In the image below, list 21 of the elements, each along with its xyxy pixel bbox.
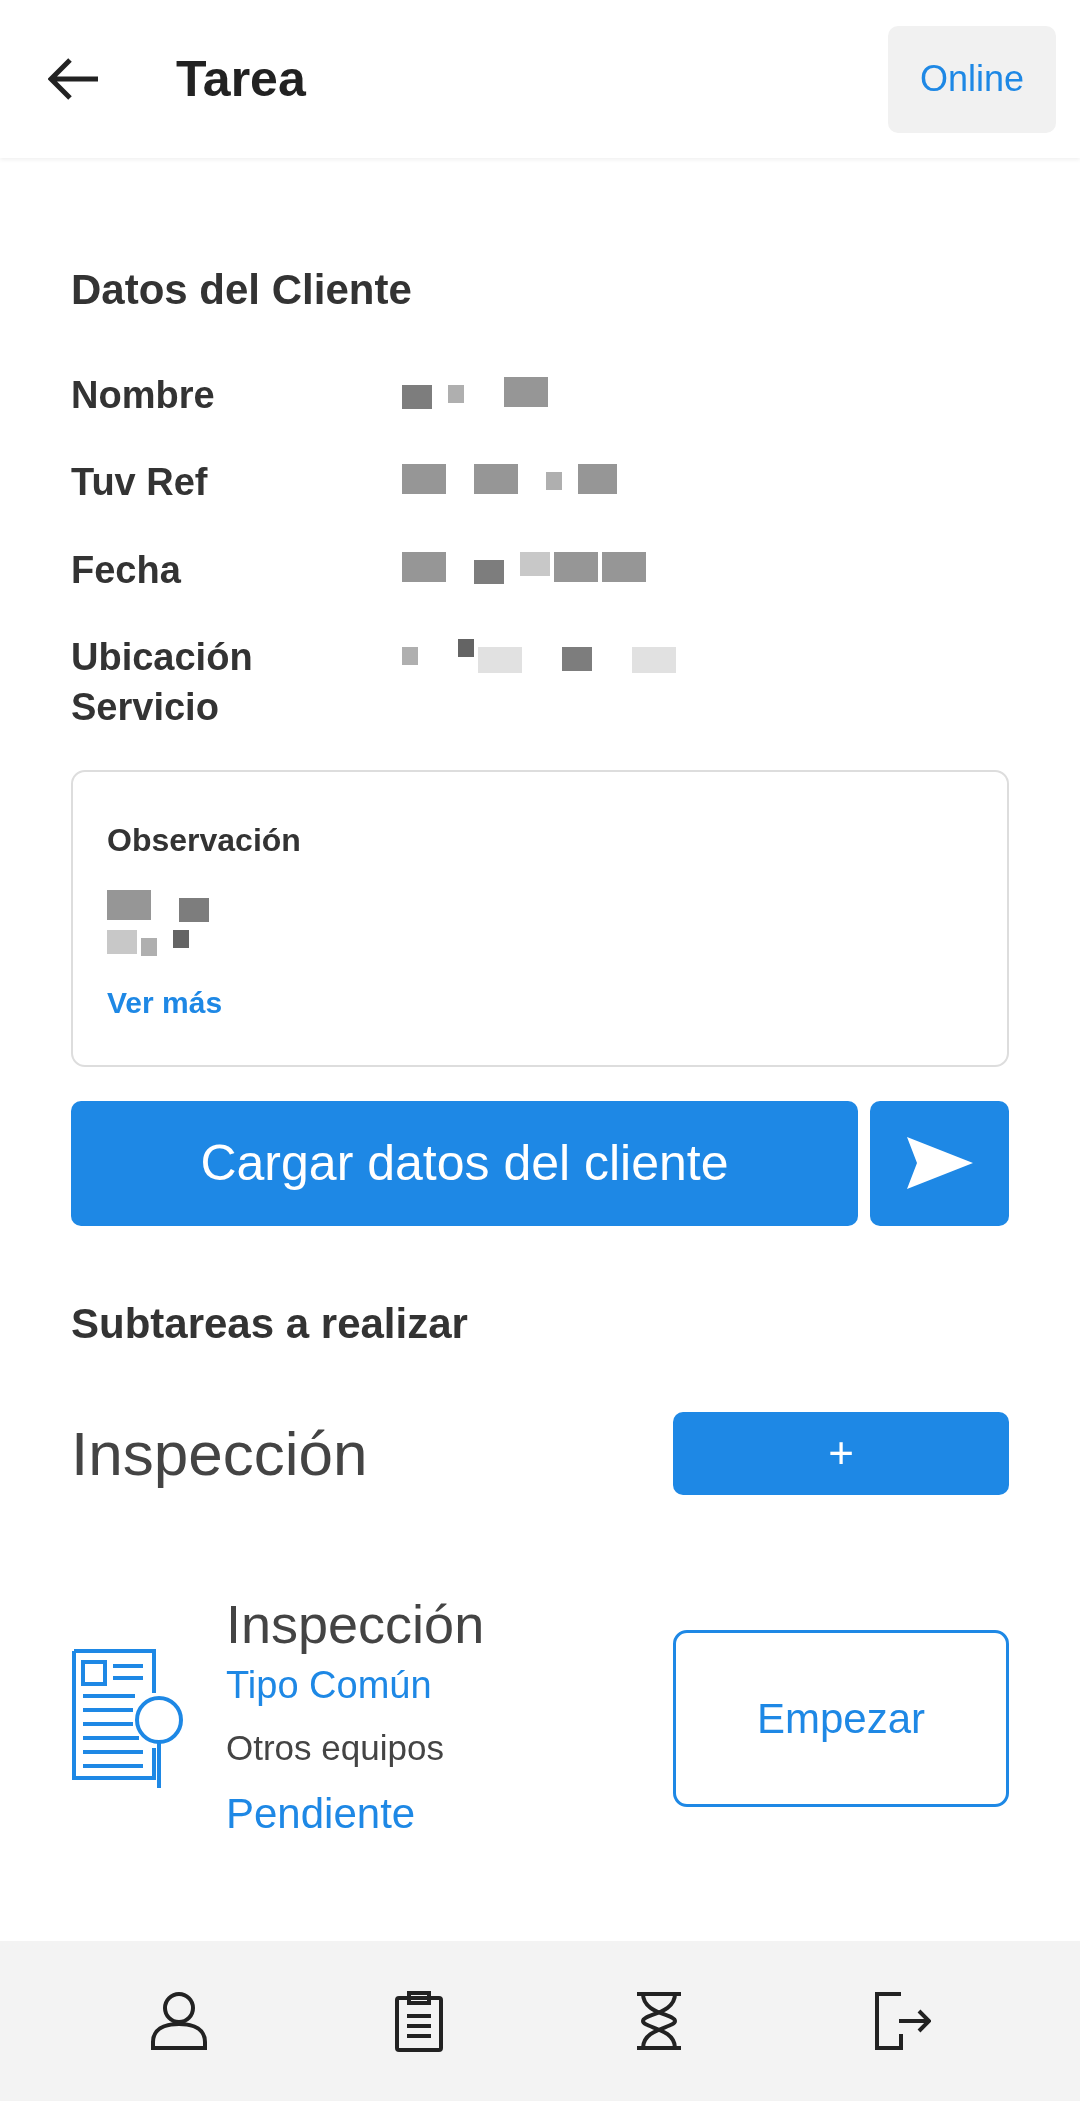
load-client-data-button[interactable]: Cargar datos del cliente: [71, 1100, 858, 1226]
field-label: Tuv Ref: [71, 460, 209, 506]
field-label: Fecha: [71, 547, 182, 593]
subtask-equipment: Otros equipos: [226, 1726, 445, 1769]
subtask-title: Inspección: [226, 1592, 486, 1656]
back-arrow-icon[interactable]: [48, 57, 100, 101]
group-title: Inspección: [71, 1417, 368, 1490]
start-button[interactable]: Empezar: [673, 1630, 1009, 1808]
observation-title: Observación: [107, 820, 302, 860]
section-heading: Subtareas a realizar: [71, 1298, 469, 1349]
send-button[interactable]: [870, 1100, 1009, 1226]
send-icon: [904, 1135, 975, 1192]
subtask-status: Pendiente: [226, 1789, 417, 1840]
see-more-link[interactable]: Ver más: [107, 979, 223, 1025]
field-label: Nombre: [71, 373, 216, 418]
add-button[interactable]: +: [673, 1411, 1009, 1495]
screen-title: Tarea: [176, 49, 307, 109]
online-button[interactable]: Online: [888, 25, 1056, 133]
field-label: Ubicación Servicio: [71, 635, 254, 730]
section-heading: Datos del Cliente: [71, 265, 413, 315]
subtask-type: Tipo Común: [226, 1662, 433, 1708]
